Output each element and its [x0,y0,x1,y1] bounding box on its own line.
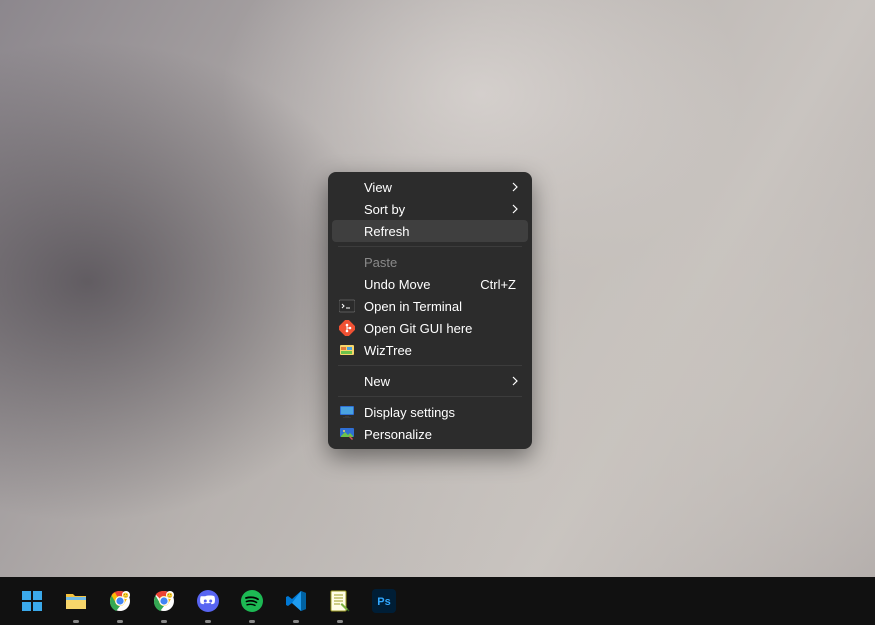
menu-separator [338,396,522,397]
taskbar-photoshop[interactable]: Ps [362,577,406,625]
menu-item-label: View [364,180,516,195]
desktop-context-menu: View Sort by Refresh Paste Undo Move Ctr… [328,172,532,449]
taskbar-discord[interactable] [186,577,230,625]
menu-paste: Paste [332,251,528,273]
chevron-right-icon [512,182,518,192]
menu-personalize[interactable]: Personalize [332,423,528,445]
taskbar-vscode[interactable] [274,577,318,625]
taskbar-running-indicator [117,620,123,623]
svg-text:🙂: 🙂 [123,592,129,599]
taskbar: 🙂 🙂 [0,577,875,625]
taskbar-file-explorer[interactable] [54,577,98,625]
terminal-icon [339,298,355,314]
menu-item-label: New [364,374,516,389]
taskbar-running-indicator [337,620,343,623]
chevron-right-icon [512,204,518,214]
menu-new[interactable]: New [332,370,528,392]
menu-item-label: Open in Terminal [364,299,516,314]
menu-display-settings[interactable]: Display settings [332,401,528,423]
menu-open-terminal[interactable]: Open in Terminal [332,295,528,317]
photoshop-icon: Ps [372,589,396,613]
menu-wiztree[interactable]: WizTree [332,339,528,361]
menu-item-label: Refresh [364,224,516,239]
menu-item-label: Display settings [364,405,516,420]
menu-undo-move[interactable]: Undo Move Ctrl+Z [332,273,528,295]
taskbar-running-indicator [161,620,167,623]
menu-item-label: Open Git GUI here [364,321,516,336]
taskbar-spotify[interactable] [230,577,274,625]
menu-separator [338,365,522,366]
chrome-icon: 🙂 [152,589,176,613]
git-icon [339,320,355,336]
display-settings-icon [339,404,355,420]
menu-shortcut: Ctrl+Z [480,277,516,292]
taskbar-running-indicator [73,620,79,623]
menu-open-git-gui[interactable]: Open Git GUI here [332,317,528,339]
chrome-icon: 🙂 [108,589,132,613]
taskbar-running-indicator [293,620,299,623]
windows-start-icon [20,589,44,613]
taskbar-notepad-plus-plus[interactable] [318,577,362,625]
menu-item-label: WizTree [364,343,516,358]
taskbar-chrome[interactable]: 🙂 [98,577,142,625]
file-explorer-icon [64,589,88,613]
notepad-plus-plus-icon [328,589,352,613]
taskbar-start-button[interactable] [10,577,54,625]
menu-item-label: Paste [364,255,516,270]
menu-item-label: Personalize [364,427,516,442]
vscode-icon [284,589,308,613]
discord-icon [196,589,220,613]
menu-sort-by[interactable]: Sort by [332,198,528,220]
menu-view[interactable]: View [332,176,528,198]
spotify-icon [240,589,264,613]
menu-item-label: Undo Move [364,277,480,292]
svg-text:🙂: 🙂 [167,592,173,599]
wiztree-icon [339,342,355,358]
personalize-icon [339,426,355,442]
taskbar-running-indicator [205,620,211,623]
menu-item-label: Sort by [364,202,516,217]
svg-text:Ps: Ps [377,596,390,608]
desktop-wallpaper[interactable]: View Sort by Refresh Paste Undo Move Ctr… [0,0,875,625]
menu-refresh[interactable]: Refresh [332,220,528,242]
chevron-right-icon [512,376,518,386]
menu-separator [338,246,522,247]
taskbar-running-indicator [249,620,255,623]
taskbar-chrome-secondary[interactable]: 🙂 [142,577,186,625]
